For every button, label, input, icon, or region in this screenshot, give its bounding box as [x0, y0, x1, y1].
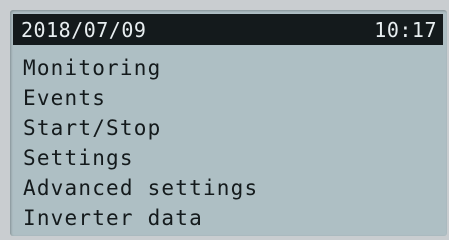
menu-item-settings[interactable]: Settings	[23, 143, 258, 173]
menu-item-events[interactable]: Events	[23, 83, 258, 113]
status-time: 10:17	[374, 17, 437, 42]
device-bezel: 2018/07/09 10:17 Monitoring Events Start…	[0, 0, 449, 240]
main-menu: Monitoring Events Start/Stop Settings Ad…	[23, 53, 258, 233]
menu-item-inverter-data[interactable]: Inverter data	[23, 203, 258, 233]
menu-item-advanced-settings[interactable]: Advanced settings	[23, 173, 258, 203]
menu-item-start-stop[interactable]: Start/Stop	[23, 113, 258, 143]
lcd-screen: 2018/07/09 10:17 Monitoring Events Start…	[10, 10, 447, 236]
status-bar: 2018/07/09 10:17	[13, 14, 443, 45]
menu-item-monitoring[interactable]: Monitoring	[23, 53, 258, 83]
status-date: 2018/07/09	[21, 17, 147, 42]
